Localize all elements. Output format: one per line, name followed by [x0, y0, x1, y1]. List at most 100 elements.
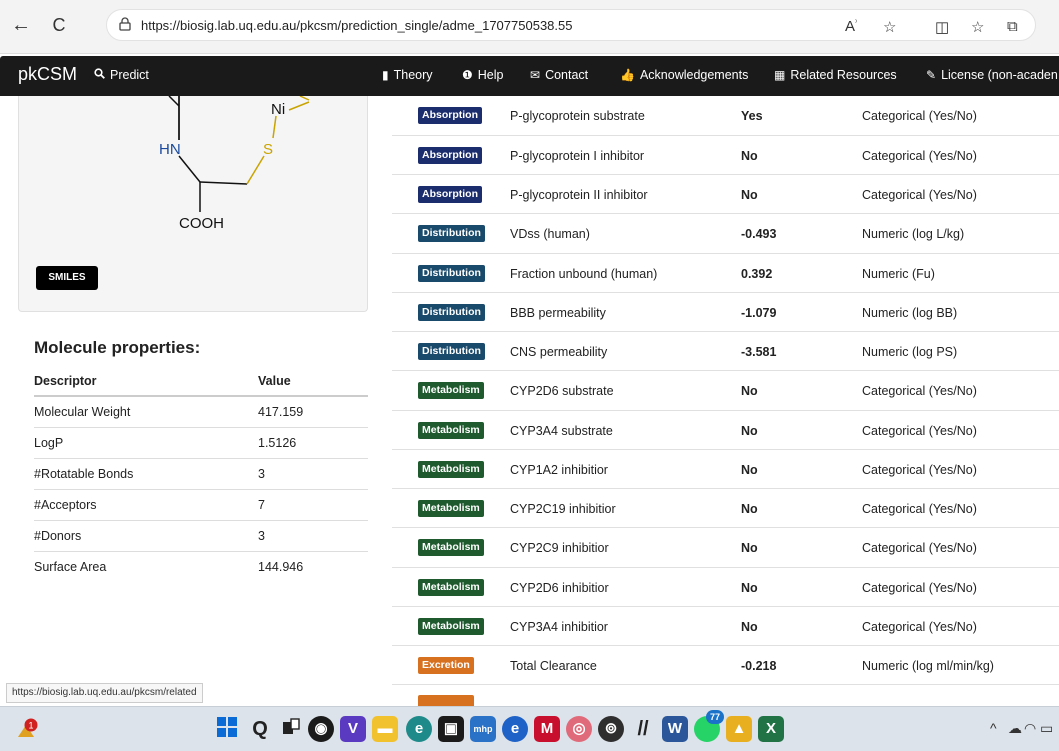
result-row: Metabolism CYP3A4 substrate No Categorical … [392, 410, 1059, 450]
result-row: Metabolism CYP3A4 inhibitior No Categorical… [392, 606, 1059, 646]
chevron-up-icon[interactable]: ^ [990, 720, 997, 736]
search-icon[interactable]: Q [247, 716, 273, 742]
nav-license[interactable]: ✎ License (non-acaden [926, 68, 1058, 82]
unit-label: Categorical (Yes/No) [862, 149, 977, 163]
property-name: P-glycoprotein II inhibitor [510, 188, 648, 202]
nav-related-resources[interactable]: ▦ Related Resources [774, 68, 897, 82]
unit-label: Categorical (Yes/No) [862, 188, 977, 202]
split-screen-icon[interactable]: ◫ [935, 18, 949, 36]
atom-s: S [263, 141, 273, 158]
header-value: Value [258, 374, 291, 388]
property-row: #Acceptors 7 [34, 490, 368, 521]
nav-predict[interactable]: Predict [94, 68, 149, 82]
property-name: CYP1A2 inhibitior [510, 463, 608, 477]
chat-icon[interactable]: ◉ [308, 716, 334, 742]
onedrive-icon[interactable]: ☁ [1008, 720, 1022, 737]
unit-label: Numeric (log BB) [862, 306, 958, 320]
predicted-value: -0.218 [741, 659, 777, 673]
battery-icon[interactable]: ▭ [1040, 720, 1053, 737]
predicted-value: No [741, 620, 758, 634]
category-badge: Metabolism [418, 579, 484, 596]
category-badge [418, 695, 474, 706]
property-name: #Donors [34, 529, 82, 543]
bridge-app-icon[interactable]: ▲ [726, 716, 752, 742]
unit-label: Categorical (Yes/No) [862, 620, 977, 634]
category-badge: Absorption [418, 107, 482, 124]
result-row: Distribution Fraction unbound (human) 0.39… [392, 253, 1059, 293]
atom-cooh: COOH [179, 215, 224, 232]
word-icon[interactable]: W [662, 716, 688, 742]
read-aloud-icon[interactable]: A⁾ [845, 18, 857, 35]
property-name: CNS permeability [510, 345, 608, 359]
whatsapp-badge: 77 [706, 710, 724, 724]
unit-label: Categorical (Yes/No) [862, 581, 977, 595]
chrome-icon[interactable]: e [502, 716, 528, 742]
wifi-icon[interactable]: ◠ [1024, 720, 1036, 737]
thumbs-up-icon: 👍 [620, 68, 635, 82]
result-row-partial [392, 684, 1059, 706]
predicted-value: No [741, 541, 758, 555]
nav-help[interactable]: ❶ Help [462, 68, 503, 82]
mhp-icon[interactable]: mhp [470, 716, 496, 742]
predicted-value: -0.493 [741, 227, 777, 241]
unit-label: Categorical (Yes/No) [862, 424, 977, 438]
shield-icon[interactable]: ⊚ [598, 716, 624, 742]
back-icon[interactable]: ← [8, 12, 34, 38]
property-name: #Acceptors [34, 498, 97, 512]
property-name: P-glycoprotein substrate [510, 109, 645, 123]
windows-start-icon[interactable] [214, 716, 240, 742]
result-row: Metabolism CYP2C9 inhibitior No Categorical… [392, 527, 1059, 567]
property-name: #Rotatable Bonds [34, 467, 134, 481]
address-bar[interactable]: https://biosig.lab.uq.edu.au/pkcsm/predi… [106, 9, 1036, 41]
store-icon[interactable]: ▣ [438, 716, 464, 742]
predicted-value: No [741, 463, 758, 477]
favorite-star-icon[interactable]: ☆ [883, 18, 896, 36]
property-value: 7 [258, 498, 265, 512]
nav-help-label: Help [477, 68, 504, 82]
nav-acknowledgements[interactable]: 👍 Acknowledgements [620, 68, 748, 82]
unit-label: Numeric (log PS) [862, 345, 958, 359]
excel-icon[interactable]: X [758, 716, 784, 742]
category-badge: Metabolism [418, 539, 484, 556]
result-row: Excretion Total Clearance -0.218 Numeric (l… [392, 645, 1059, 685]
unit-label: Categorical (Yes/No) [862, 384, 977, 398]
nav-contact[interactable]: ✉ Contact [530, 68, 588, 82]
lock-icon[interactable] [119, 17, 131, 34]
favorites-icon[interactable]: ☆ [971, 18, 984, 36]
property-row: #Rotatable Bonds 3 [34, 459, 368, 490]
notification-icon[interactable]: 1 [14, 715, 44, 743]
smiles-button[interactable]: SMILES [36, 266, 98, 290]
nav-theory[interactable]: ▮ Theory [382, 68, 433, 82]
browser-icon[interactable]: ◎ [566, 716, 592, 742]
atom-hn: HN [159, 141, 181, 158]
whatsapp-icon[interactable]: 77 [694, 710, 724, 742]
predicted-value: Yes [741, 109, 763, 123]
property-name: CYP2C19 inhibitior [510, 502, 616, 516]
property-value: 144.946 [258, 560, 304, 574]
property-row: Surface Area 144.946 [34, 552, 368, 583]
notification-badge: 1 [28, 721, 33, 731]
info-icon: ❶ [462, 68, 473, 82]
collections-icon[interactable]: ⧉ [1007, 18, 1018, 35]
predicted-value: No [741, 384, 758, 398]
property-value: 3 [258, 529, 265, 543]
unit-label: Categorical (Yes/No) [862, 463, 977, 477]
molecule-properties-title: Molecule properties: [34, 338, 201, 357]
category-badge: Metabolism [418, 422, 484, 439]
unit-label: Categorical (Yes/No) [862, 502, 977, 516]
mcafee-icon[interactable]: M [534, 716, 560, 742]
brand-logo[interactable]: pkCSM [18, 64, 77, 85]
edge-icon[interactable]: e [406, 716, 432, 742]
refresh-icon[interactable]: C [46, 12, 72, 38]
result-row: Metabolism CYP2D6 substrate No Categorical … [392, 370, 1059, 410]
app-icon[interactable]: V [340, 716, 366, 742]
category-badge: Absorption [418, 186, 482, 203]
search-icon [94, 68, 105, 82]
slash-app-icon[interactable]: // [630, 716, 656, 742]
file-explorer-icon[interactable]: ▬ [372, 716, 398, 742]
url-text[interactable]: https://biosig.lab.uq.edu.au/pkcsm/predi… [141, 18, 572, 33]
result-row: Distribution CNS permeability -3.581 Numeri… [392, 331, 1059, 371]
property-name: CYP3A4 inhibitior [510, 620, 608, 634]
nav-contact-label: Contact [545, 68, 589, 82]
task-view-icon[interactable] [278, 716, 304, 742]
